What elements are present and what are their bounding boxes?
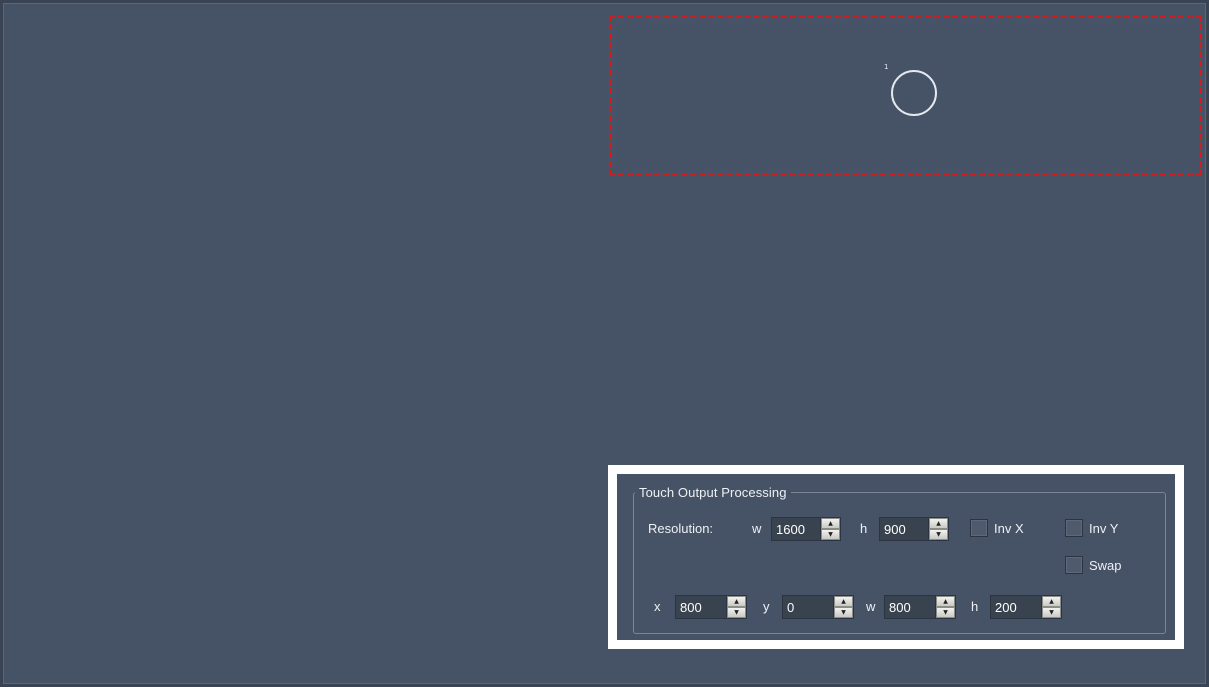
group-title: Touch Output Processing [635, 485, 791, 500]
region-w-label: w [866, 599, 876, 614]
spin-down-icon[interactable]: ▼ [727, 607, 746, 618]
spin-down-icon[interactable]: ▼ [1042, 607, 1061, 618]
resolution-width-stepper[interactable]: ▲ ▼ [771, 517, 841, 541]
touch-output-panel-highlight: Touch Output Processing Resolution: w ▲ … [608, 465, 1184, 649]
resolution-label: Resolution: [648, 521, 714, 536]
spin-down-icon[interactable]: ▼ [834, 607, 853, 618]
spin-up-icon[interactable]: ▲ [929, 518, 948, 529]
region-y-label: y [763, 599, 770, 614]
checkbox-box-icon[interactable] [1065, 519, 1083, 537]
swap-label: Swap [1089, 557, 1122, 573]
region-h-input[interactable] [991, 596, 1041, 618]
spin-up-icon[interactable]: ▲ [834, 596, 853, 607]
inv-y-checkbox[interactable]: Inv Y [1065, 519, 1118, 537]
resolution-h-label: h [860, 521, 868, 536]
region-x-stepper[interactable]: ▲ ▼ [675, 595, 747, 619]
resolution-height-input[interactable] [880, 518, 928, 540]
region-y-stepper[interactable]: ▲ ▼ [782, 595, 854, 619]
touch-point-id: 1 [884, 63, 889, 71]
resolution-height-spin-buttons: ▲ ▼ [928, 518, 948, 540]
region-y-spin-buttons: ▲ ▼ [833, 596, 853, 618]
region-h-label: h [971, 599, 979, 614]
touch-point-circle-icon [891, 70, 937, 116]
region-w-stepper[interactable]: ▲ ▼ [884, 595, 956, 619]
resolution-width-input[interactable] [772, 518, 820, 540]
resolution-w-label: w [752, 521, 762, 536]
swap-checkbox[interactable]: Swap [1065, 556, 1122, 574]
region-w-input[interactable] [885, 596, 935, 618]
touch-preview-window: 1 Touch Output Processing Resolution: w … [0, 0, 1209, 687]
spin-up-icon[interactable]: ▲ [936, 596, 955, 607]
touch-output-panel: Touch Output Processing Resolution: w ▲ … [617, 474, 1175, 640]
region-x-spin-buttons: ▲ ▼ [726, 596, 746, 618]
checkbox-box-icon[interactable] [1065, 556, 1083, 574]
region-x-input[interactable] [676, 596, 726, 618]
region-h-stepper[interactable]: ▲ ▼ [990, 595, 1062, 619]
region-y-input[interactable] [783, 596, 833, 618]
inv-x-label: Inv X [994, 520, 1024, 536]
region-x-label: x [654, 599, 661, 614]
resolution-height-stepper[interactable]: ▲ ▼ [879, 517, 949, 541]
spin-up-icon[interactable]: ▲ [821, 518, 840, 529]
region-h-spin-buttons: ▲ ▼ [1041, 596, 1061, 618]
spin-down-icon[interactable]: ▼ [936, 607, 955, 618]
checkbox-box-icon[interactable] [970, 519, 988, 537]
spin-up-icon[interactable]: ▲ [727, 596, 746, 607]
region-w-spin-buttons: ▲ ▼ [935, 596, 955, 618]
inv-y-label: Inv Y [1089, 520, 1119, 536]
spin-up-icon[interactable]: ▲ [1042, 596, 1061, 607]
spin-down-icon[interactable]: ▼ [821, 529, 840, 540]
inv-x-checkbox[interactable]: Inv X [970, 519, 1024, 537]
resolution-width-spin-buttons: ▲ ▼ [820, 518, 840, 540]
spin-down-icon[interactable]: ▼ [929, 529, 948, 540]
